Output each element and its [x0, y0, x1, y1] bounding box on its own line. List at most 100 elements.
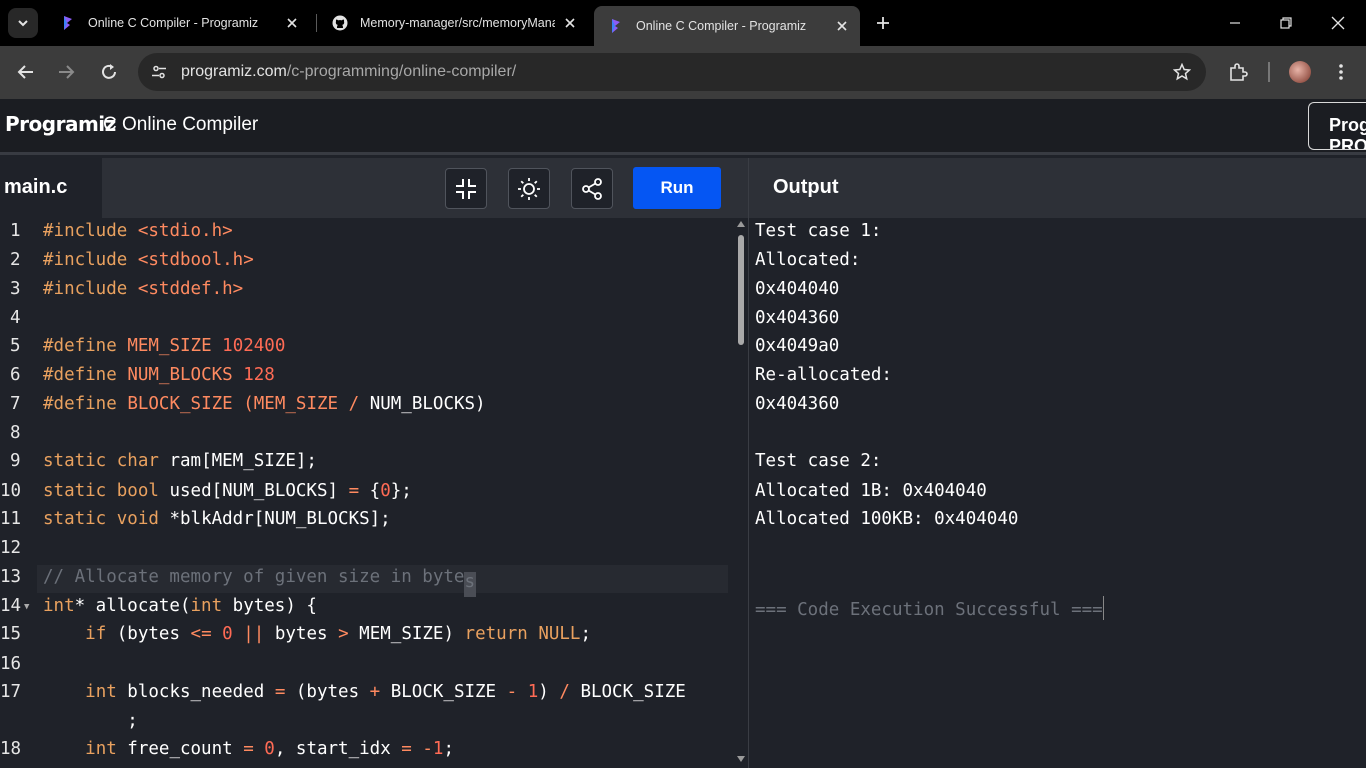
code-line: if (bytes <= 0 || bytes > MEM_SIZE) retu… — [85, 624, 592, 644]
restore-icon — [1280, 17, 1292, 29]
share-button[interactable] — [571, 168, 613, 209]
line-number: 12 — [0, 538, 22, 558]
tab-separator — [316, 14, 317, 32]
star-icon — [1173, 63, 1191, 81]
programiz-icon — [608, 18, 624, 34]
text-cursor — [1102, 596, 1104, 620]
reload-button[interactable] — [96, 59, 122, 85]
line-number: 9 — [10, 451, 21, 471]
more-vertical-icon — [1339, 64, 1343, 80]
output-line: Allocated 1B: 0x404040 — [755, 481, 987, 501]
url-text: programiz.com/c-programming/online-compi… — [181, 63, 516, 81]
browser-tab-1[interactable]: Online C Compiler - Programiz — [46, 6, 310, 40]
output-line: Test case 2: — [755, 451, 882, 471]
output-line: 0x404040 — [755, 279, 840, 299]
restore-button[interactable] — [1273, 10, 1299, 36]
run-button[interactable]: Run — [633, 167, 721, 209]
output-header: Output — [749, 158, 1366, 218]
close-icon[interactable] — [562, 15, 578, 31]
minimize-icon — [1230, 22, 1240, 24]
line-number: 10 — [0, 481, 22, 501]
execution-status: === Code Execution Successful === — [755, 596, 1104, 620]
output-panel[interactable]: Test case 1: Allocated: 0x404040 0x40436… — [749, 218, 1366, 768]
extensions-button[interactable] — [1225, 59, 1251, 85]
puzzle-icon — [1230, 63, 1248, 81]
file-tab-main-c[interactable]: main.c — [0, 158, 102, 218]
forward-button[interactable] — [53, 59, 79, 85]
tab-title: Online C Compiler - Programiz — [636, 19, 807, 33]
chevron-down-icon — [18, 20, 28, 27]
output-line: Allocated: — [755, 250, 861, 270]
minimize-button[interactable] — [1222, 10, 1248, 36]
line-number: 7 — [10, 394, 21, 414]
fold-arrow-icon[interactable]: ▼ — [24, 602, 29, 612]
new-tab-button[interactable] — [871, 11, 895, 35]
output-line: Test case 1: — [755, 221, 882, 241]
line-number: 6 — [10, 365, 21, 385]
close-icon[interactable] — [284, 15, 300, 31]
code-line: int* allocate(int bytes) { — [43, 596, 317, 616]
scrollbar-thumb[interactable] — [738, 235, 744, 345]
fullscreen-exit-button[interactable] — [445, 168, 487, 209]
line-number: 11 — [0, 509, 22, 529]
line-number: 3 — [10, 279, 21, 299]
plus-icon — [877, 17, 889, 29]
line-number: 1 — [10, 221, 21, 241]
share-icon — [582, 177, 602, 200]
bookmark-button[interactable] — [1172, 62, 1192, 82]
output-line: Allocated 100KB: 0x404040 — [755, 509, 1019, 529]
code-line: #include <stdbool.h> — [43, 250, 254, 270]
arrow-right-icon — [59, 65, 75, 79]
profile-avatar[interactable] — [1289, 61, 1311, 83]
site-info-button[interactable] — [146, 60, 172, 84]
browser-tab-2[interactable]: Memory-manager/src/memoryManag — [318, 6, 588, 40]
browser-toolbar: programiz.com/c-programming/online-compi… — [0, 46, 1366, 99]
line-number: 17 — [0, 682, 22, 702]
close-icon[interactable] — [834, 18, 850, 34]
code-line: static char ram[MEM_SIZE]; — [43, 451, 317, 471]
back-button[interactable] — [13, 59, 39, 85]
output-line: 0x404360 — [755, 394, 840, 414]
code-line: #define MEM_SIZE 102400 — [43, 336, 286, 356]
address-bar[interactable]: programiz.com/c-programming/online-compi… — [138, 53, 1206, 91]
page-title: C Online Compiler — [103, 114, 259, 135]
programiz-pro-button[interactable]: Programiz PRO — [1308, 102, 1366, 150]
line-number: 15 — [0, 624, 22, 644]
code-line: #include <stdio.h> — [43, 221, 233, 241]
scroll-up-arrow-icon — [737, 221, 745, 227]
sun-icon — [518, 177, 540, 200]
output-line: 0x404360 — [755, 308, 840, 328]
editor-scrollbar[interactable] — [736, 218, 746, 768]
code-line: static bool used[NUM_BLOCKS] = {0}; — [43, 481, 412, 501]
code-line: #include <stddef.h> — [43, 279, 244, 299]
browser-tab-3-active[interactable]: Online C Compiler - Programiz — [594, 6, 860, 46]
scroll-down-arrow-icon — [737, 756, 745, 762]
line-number: 5 — [10, 336, 21, 356]
tab-title: Online C Compiler - Programiz — [88, 16, 259, 30]
code-line: #define NUM_BLOCKS 128 — [43, 365, 275, 385]
line-number: 4 — [10, 308, 21, 328]
programiz-logo[interactable]: Programiz — [5, 112, 116, 136]
code-line: int blocks_needed = (bytes + BLOCK_SIZE … — [85, 682, 686, 702]
tab-search-button[interactable] — [8, 8, 38, 38]
output-line: Re-allocated: — [755, 365, 892, 385]
line-number: 18 — [0, 739, 22, 759]
output-line: 0x4049a0 — [755, 336, 840, 356]
arrow-left-icon — [17, 65, 33, 79]
browser-tab-strip: Online C Compiler - Programiz Memory-man… — [0, 0, 1366, 46]
code-editor[interactable]: 1 2 3 4 5 6 7 8 9 10 11 12 13 14 ▼ 15 16… — [0, 218, 748, 768]
tune-icon — [152, 65, 166, 79]
code-line: // Allocate memory of given size in byte… — [43, 567, 477, 597]
output-title: Output — [773, 176, 839, 198]
programiz-icon — [60, 15, 76, 31]
url-host: programiz.com — [181, 63, 287, 80]
close-window-button[interactable] — [1325, 10, 1351, 36]
reload-icon — [102, 64, 116, 79]
code-line: #define BLOCK_SIZE (MEM_SIZE / NUM_BLOCK… — [43, 394, 486, 414]
fullscreen-exit-icon — [456, 178, 476, 199]
theme-toggle-button[interactable] — [508, 168, 550, 209]
execution-status-text: === Code Execution Successful === — [755, 600, 1103, 620]
line-number: 2 — [10, 250, 21, 270]
code-line: ; — [43, 711, 138, 731]
browser-menu-button[interactable] — [1328, 59, 1354, 85]
